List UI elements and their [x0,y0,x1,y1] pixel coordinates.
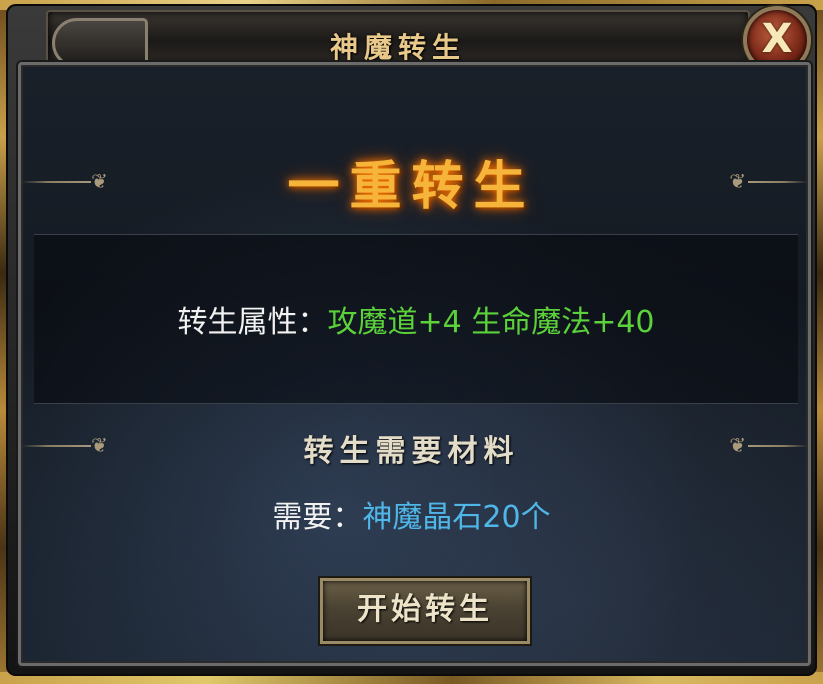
requirement-row: 需要：神魔晶石20个 [6,492,817,536]
materials-heading: 转生需要材料 [303,434,520,469]
dialog-title: 神魔转生 [329,31,466,64]
requirement-value: 神魔晶石20个 [362,500,551,535]
start-rebirth-button[interactable]: 开始转生 [320,578,530,644]
attribute-value: 攻魔道+4 生命魔法+40 [327,305,655,340]
attribute-label: 转生属性： [177,305,328,340]
attribute-panel: 转生属性：攻魔道+4 生命魔法+40 [34,234,798,404]
requirement-label: 需要： [272,500,363,535]
rebirth-rank-title: 一重转生 [287,156,536,217]
title-bar: 神魔转生 [46,10,750,68]
attribute-row: 转生属性：攻魔道+4 生命魔法+40 [34,297,798,341]
rebirth-dialog: 神魔转生 X ❦ ❦ ❦ ❦ 一重转生 转生属性：攻魔道+4 生命魔法+40 转… [6,4,817,676]
